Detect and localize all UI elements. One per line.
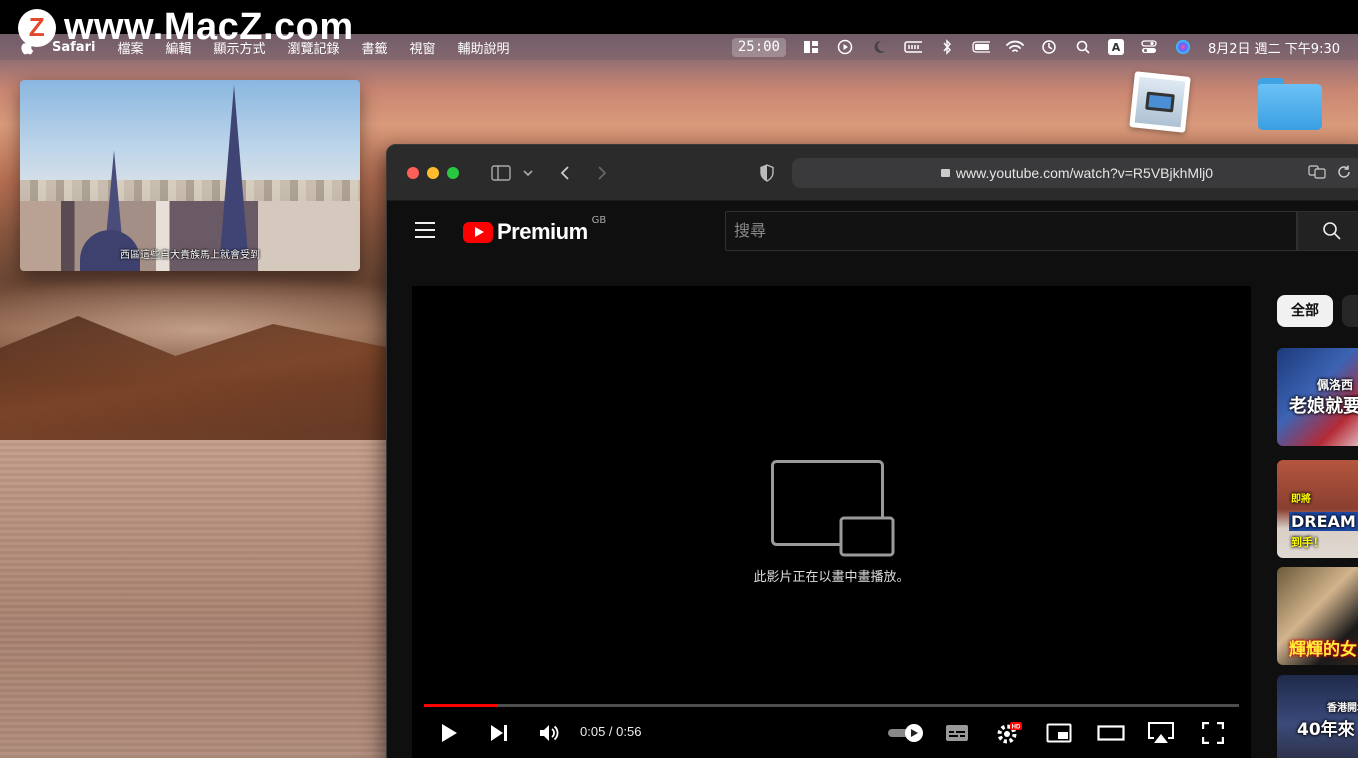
pip-window[interactable]: 西區這些自大貴族馬上就會受到 (20, 80, 360, 271)
privacy-shield-icon[interactable] (757, 161, 777, 185)
volume-button[interactable] (534, 718, 564, 748)
address-url: www.youtube.com/watch?v=R5VBjkhMlj0 (792, 158, 1358, 188)
player-controls: 0:05 / 0:56 HD (412, 718, 1251, 748)
translate-icon[interactable] (1308, 165, 1326, 181)
window-minimize-button[interactable] (427, 167, 439, 179)
youtube-logo[interactable]: Premium GB (463, 215, 606, 245)
laptop-icon (1145, 91, 1175, 113)
search-button[interactable] (1297, 211, 1358, 251)
pip-message: 此影片正在以畫中畫播放。 (753, 570, 910, 585)
watermark: Z www.MacZ.com (18, 6, 354, 49)
settings-gear-icon[interactable]: HD (994, 718, 1024, 748)
youtube-play-logo-icon (463, 221, 493, 243)
video-thumbnail-1[interactable]: 佩洛西 老娘就要 (1277, 348, 1358, 446)
time-machine-icon[interactable] (1040, 39, 1058, 55)
thumbnail-title: DREAM CA (1289, 512, 1358, 531)
forward-button[interactable] (592, 161, 612, 185)
play-button[interactable] (434, 718, 464, 748)
battery-icon[interactable] (972, 39, 990, 55)
safari-window: www.youtube.com/watch?v=R5VBjkhMlj0 Prem… (386, 144, 1358, 758)
menu-window[interactable]: 視窗 (410, 38, 436, 57)
search-input[interactable]: 搜尋 (725, 211, 1297, 251)
window-close-button[interactable] (407, 167, 419, 179)
bluetooth-icon[interactable] (938, 39, 956, 55)
address-url-text: www.youtube.com/watch?v=R5VBjkhMlj0 (955, 165, 1214, 181)
progress-fill (424, 704, 498, 707)
timer-status[interactable]: 25:00 (731, 37, 786, 57)
window-zoom-button[interactable] (447, 167, 459, 179)
siri-icon[interactable] (1174, 39, 1192, 55)
pip-subtitle: 西區這些自大貴族馬上就會受到 (120, 250, 260, 261)
video-thumbnail-2[interactable]: 即將 DREAM CA 到手！ (1277, 460, 1358, 558)
sidebar-toggle-icon[interactable] (489, 161, 513, 185)
spotlight-search-icon[interactable] (1074, 39, 1092, 55)
back-button[interactable] (555, 161, 575, 185)
desktop-folder-icon[interactable] (1258, 78, 1322, 130)
search-icon (1323, 222, 1341, 240)
input-source-icon[interactable]: A (1108, 39, 1124, 55)
thumbnail-title: 輝輝的女 (1289, 640, 1357, 660)
video-player[interactable]: 此影片正在以畫中畫播放。 0:05 / 0:56 HD (412, 286, 1251, 758)
wifi-icon[interactable] (1006, 39, 1024, 55)
youtube-header: Premium GB 搜尋 (387, 201, 1358, 261)
watermark-logo: Z (18, 8, 56, 47)
menu-clock[interactable]: 8月2日 週二 下午9:30 (1208, 38, 1340, 57)
svg-text:HD: HD (1012, 725, 1021, 731)
memory-icon[interactable] (904, 39, 922, 55)
progress-bar[interactable] (424, 704, 1239, 707)
thumbnail-top-text: 佩洛西 (1317, 378, 1354, 392)
country-code: GB (591, 214, 607, 226)
pip-mode-icon (771, 460, 895, 562)
autoplay-toggle[interactable] (886, 718, 926, 748)
pip-scene-spire (220, 85, 248, 255)
theater-mode-button[interactable] (1096, 718, 1126, 748)
menu-bookmarks[interactable]: 書籤 (362, 38, 388, 57)
filter-chip-all[interactable]: 全部 (1277, 295, 1333, 327)
filter-chip-next[interactable] (1342, 295, 1358, 327)
thumbnail-title: 老娘就要 (1289, 396, 1358, 417)
moon-icon[interactable] (870, 39, 888, 55)
status-area: 25:00 A 8月2日 週二 下午9:30 (731, 34, 1340, 60)
reload-icon[interactable] (1336, 164, 1354, 182)
subtitles-button[interactable] (942, 718, 972, 748)
thumbnail-bottom-text: 到手！ (1291, 536, 1324, 549)
menu-help[interactable]: 輔助說明 (458, 38, 510, 57)
desktop-screenshot-icon[interactable] (1129, 71, 1191, 133)
video-thumbnail-3[interactable]: 輝輝的女 (1277, 567, 1358, 665)
thumbnail-top-text: 即將 (1291, 494, 1311, 505)
control-center-icon[interactable] (1140, 39, 1158, 55)
address-bar[interactable]: www.youtube.com/watch?v=R5VBjkhMlj0 (792, 158, 1358, 188)
play-circle-icon[interactable] (836, 39, 854, 55)
watermark-text: www.MacZ.com (64, 6, 354, 48)
window-layout-icon[interactable] (802, 39, 820, 55)
safari-toolbar: www.youtube.com/watch?v=R5VBjkhMlj0 (387, 145, 1358, 201)
thumbnail-top-text: 香港開埠 (1327, 703, 1358, 714)
airplay-button[interactable] (1146, 718, 1176, 748)
lock-icon (940, 169, 950, 177)
thumbnail-title: 40年來 (1297, 720, 1355, 740)
next-button[interactable] (484, 718, 514, 748)
miniplayer-button[interactable] (1044, 718, 1074, 748)
time-display: 0:05 / 0:56 (580, 724, 642, 739)
video-thumbnail-4[interactable]: 香港開埠 40年來 (1277, 675, 1358, 758)
wallpaper-sea (0, 440, 390, 758)
fullscreen-button[interactable] (1198, 718, 1228, 748)
menu-hamburger-icon[interactable] (415, 222, 435, 238)
chevron-down-icon[interactable] (521, 161, 535, 185)
youtube-brand: Premium (497, 219, 588, 244)
